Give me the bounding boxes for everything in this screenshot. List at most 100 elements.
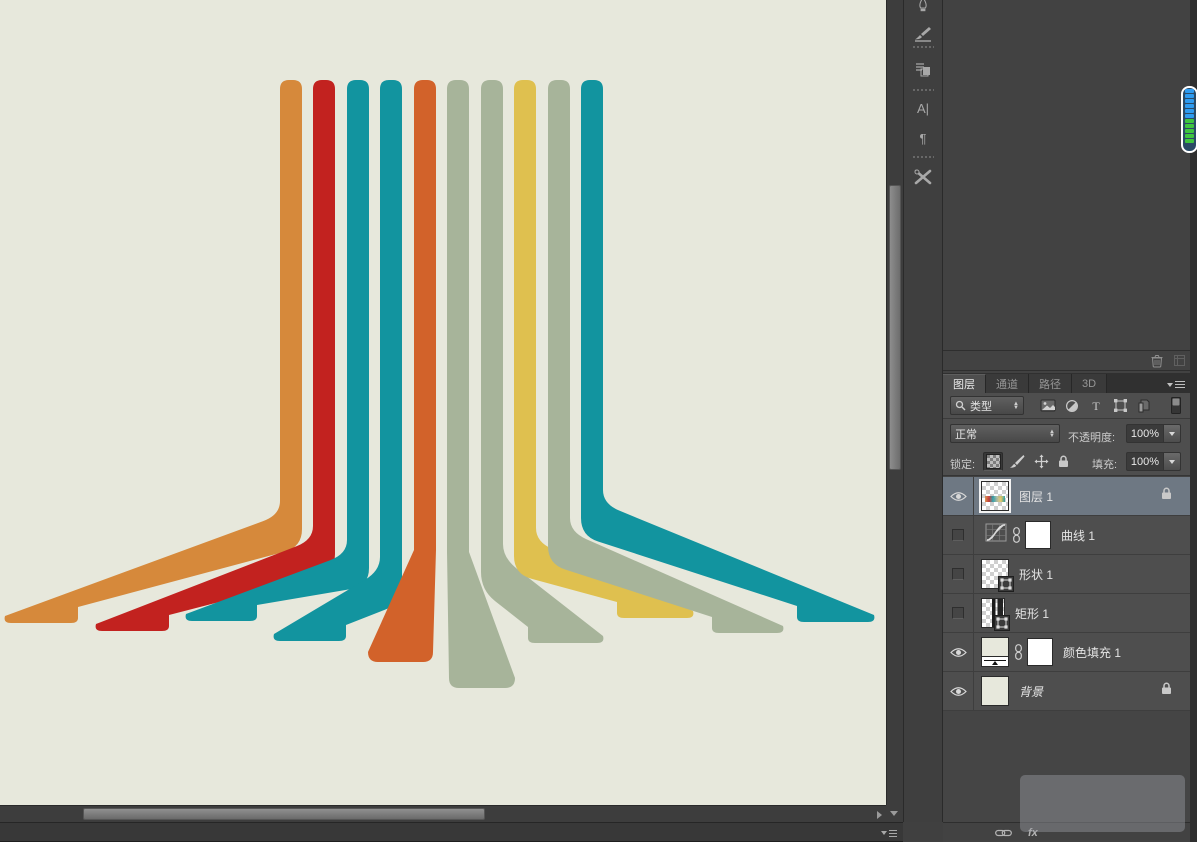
layer-name[interactable]: 形状 1: [1019, 566, 1053, 583]
filter-smart-objects-icon[interactable]: [1134, 397, 1154, 414]
capsule-segment: [1185, 134, 1194, 138]
triangle-icon: [1167, 382, 1173, 387]
layer-thumbnail[interactable]: [981, 559, 1014, 592]
tab-paths[interactable]: 路径: [1029, 374, 1072, 393]
opacity-dropdown-button[interactable]: [1164, 424, 1181, 443]
character-panel-icon[interactable]: A|: [907, 94, 939, 122]
scrollbar-corner[interactable]: [886, 805, 903, 822]
delete-trash-icon[interactable]: [1150, 354, 1164, 373]
lock-position-button[interactable]: [1031, 452, 1051, 471]
visibility-empty-box: [952, 568, 964, 580]
capsule-segment: [1185, 109, 1194, 113]
layer-name[interactable]: 图层 1: [1019, 488, 1053, 505]
panel-tab-bar: 图层 通道 路径 3D: [943, 373, 1190, 393]
layer-lock-badge: [1161, 682, 1172, 700]
mask-link-icon[interactable]: [1014, 644, 1023, 660]
capsule-segment: [1185, 99, 1194, 103]
horizontal-scrollbar-thumb[interactable]: [83, 808, 485, 820]
padlock-icon: [1162, 487, 1171, 499]
tab-paths-label: 路径: [1039, 378, 1061, 391]
clone-source-icon[interactable]: [907, 20, 939, 48]
lock-all-button[interactable]: [1053, 452, 1073, 471]
panel-group-grip[interactable]: [912, 45, 934, 49]
search-icon: [955, 400, 966, 411]
layer-thumbnail[interactable]: [981, 676, 1009, 706]
new-item-icon[interactable]: [1173, 354, 1186, 372]
fill-value-box[interactable]: 100%: [1126, 452, 1164, 471]
opacity-value-box[interactable]: 100%: [1126, 424, 1164, 443]
layer-name[interactable]: 矩形 1: [1015, 605, 1049, 622]
layer-name[interactable]: 曲线 1: [1061, 527, 1095, 544]
move-icon: [1034, 454, 1048, 469]
document-canvas[interactable]: [0, 0, 886, 805]
scroll-right-arrow-icon[interactable]: [877, 811, 882, 819]
lock-image-pixels-button[interactable]: [1007, 452, 1027, 471]
layer-row[interactable]: 背景: [943, 672, 1190, 711]
tab-layers[interactable]: 图层: [943, 374, 986, 393]
layer-row[interactable]: 图层 1: [943, 477, 1190, 516]
filter-switch-icon[interactable]: [1170, 397, 1182, 414]
tab-3d[interactable]: 3D: [1072, 374, 1108, 393]
thumbnail-art-preview: [985, 496, 1005, 502]
vertical-scrollbar-thumb[interactable]: [889, 185, 901, 470]
capsule-segment: [1185, 124, 1194, 128]
filter-shape-layers-icon[interactable]: [1110, 397, 1130, 414]
layer-thumbnail[interactable]: [985, 523, 1007, 547]
capsule-segment: [1185, 114, 1194, 118]
updown-arrows-icon: ▲ ▼: [1049, 428, 1055, 439]
tab-3d-label: 3D: [1082, 377, 1097, 390]
fill-dropdown-button[interactable]: [1164, 452, 1181, 471]
paragraph-panel-icon[interactable]: ¶: [907, 124, 939, 152]
layer-thumbnail[interactable]: [981, 637, 1009, 667]
tab-channels-label: 通道: [996, 378, 1018, 391]
eye-icon: [949, 647, 967, 657]
visibility-toggle[interactable]: [943, 633, 974, 671]
layer-name[interactable]: 颜色填充 1: [1063, 644, 1121, 661]
visibility-toggle[interactable]: [943, 594, 974, 632]
fill-slider-icon: [982, 656, 1008, 666]
layer-row[interactable]: 曲线 1: [943, 516, 1190, 555]
tool-presets-icon[interactable]: [907, 163, 939, 191]
panel-group-grip[interactable]: [912, 88, 934, 92]
layer-name[interactable]: 背景: [1019, 683, 1043, 700]
blend-mode-dropdown[interactable]: 正常 ▲ ▼: [950, 424, 1060, 443]
layer-mask-thumbnail[interactable]: [1025, 521, 1051, 549]
visibility-toggle[interactable]: [943, 516, 974, 554]
link-layers-icon[interactable]: [995, 828, 1012, 838]
layer-comps-icon[interactable]: [907, 55, 939, 83]
filter-type-dropdown[interactable]: 类型 ▲ ▼: [950, 396, 1024, 415]
tab-channels[interactable]: 通道: [986, 374, 1029, 393]
scroll-down-arrow-icon[interactable]: [890, 811, 898, 816]
vertical-scrollbar[interactable]: [886, 0, 903, 805]
filter-pixel-layers-icon[interactable]: [1038, 397, 1058, 414]
art-stripe: [581, 80, 875, 622]
layer-row[interactable]: 矩形 1: [943, 594, 1190, 633]
panel-menu-icon[interactable]: [1167, 381, 1185, 388]
visibility-empty-box: [952, 529, 964, 541]
layer-list: 图层 1 曲线 1 形状 1 矩形 1 颜色填充 1 背景: [943, 477, 1190, 711]
filter-adjustment-layers-icon[interactable]: [1062, 397, 1082, 414]
layer-mask-thumbnail[interactable]: [1027, 638, 1053, 666]
padlock-icon: [1058, 455, 1068, 467]
lock-transparent-pixels-button[interactable]: [983, 452, 1003, 471]
filter-type-layers-icon[interactable]: T: [1086, 397, 1106, 414]
layer-thumbnail[interactable]: [981, 598, 1010, 631]
layer-thumbnail[interactable]: [979, 479, 1011, 513]
layer-row[interactable]: 形状 1: [943, 555, 1190, 594]
filter-type-label: 类型: [970, 400, 992, 413]
visibility-toggle[interactable]: [943, 672, 974, 710]
visibility-toggle[interactable]: [943, 555, 974, 593]
brush-presets-icon[interactable]: [907, 0, 939, 22]
capsule-segment: [1185, 104, 1194, 108]
visibility-toggle[interactable]: [943, 477, 974, 515]
menu-lines-icon: [1175, 381, 1185, 388]
timeline-menu-icon[interactable]: [881, 829, 897, 837]
layer-filter-row: 类型 ▲ ▼ T: [943, 393, 1190, 419]
panel-group-grip[interactable]: [912, 155, 934, 159]
horizontal-scrollbar[interactable]: [0, 805, 886, 822]
mask-link-icon[interactable]: [1012, 527, 1021, 543]
layer-row[interactable]: 颜色填充 1: [943, 633, 1190, 672]
checkerboard-icon: [985, 454, 1001, 469]
fill-value: 100%: [1130, 455, 1160, 468]
visibility-empty-box: [952, 607, 964, 619]
